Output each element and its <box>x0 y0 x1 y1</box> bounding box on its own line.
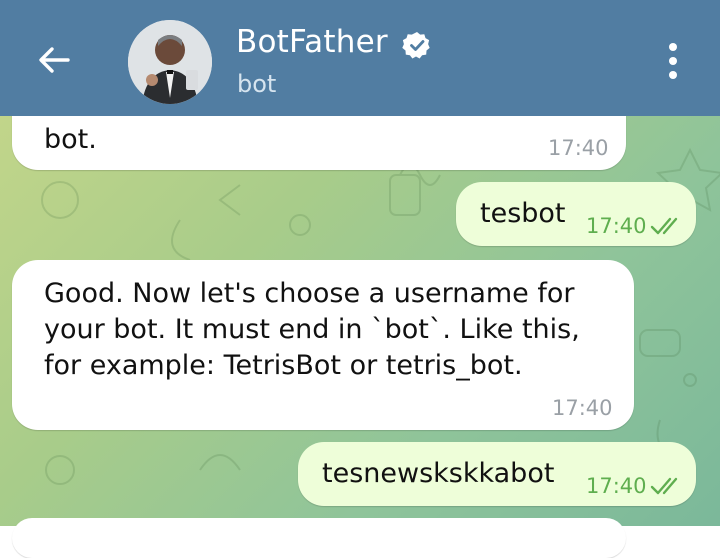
message-outgoing[interactable]: tesbot 17:40 <box>456 182 696 246</box>
message-text: tesnewskskkabot <box>322 458 555 489</box>
chat-header: BotFather bot <box>0 0 720 116</box>
chat-title[interactable]: BotFather <box>236 24 388 60</box>
message-text: bot. <box>44 124 97 155</box>
message-time: 17:40 <box>552 396 613 420</box>
message-time: 17:40 <box>586 474 647 498</box>
chat-subtitle: bot <box>237 70 277 98</box>
message-incoming[interactable]: Good. Now let's choose a username for yo… <box>12 260 634 430</box>
message-text: Good. Now let's choose a username for yo… <box>44 278 580 381</box>
message-text: tesbot <box>480 198 566 229</box>
verified-badge-icon <box>402 30 432 60</box>
message-time: 17:40 <box>586 214 647 238</box>
kebab-menu-icon <box>669 43 677 79</box>
back-button[interactable] <box>34 40 74 80</box>
double-check-read-icon <box>650 217 678 235</box>
avatar[interactable] <box>128 20 212 104</box>
message-time: 17:40 <box>548 136 609 160</box>
more-options-button[interactable] <box>662 40 684 82</box>
message-outgoing[interactable]: tesnewskskkabot 17:40 <box>298 442 696 506</box>
double-check-read-icon <box>650 477 678 495</box>
arrow-left-icon <box>39 47 70 73</box>
botfather-avatar-image <box>128 20 212 104</box>
message-incoming-partial <box>12 518 626 558</box>
